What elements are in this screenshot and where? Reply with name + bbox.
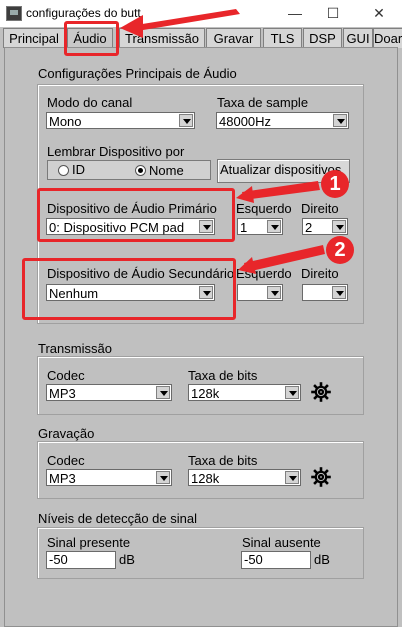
- arrow-head-secondary: [238, 257, 256, 274]
- annotation-badge-1: 1: [321, 170, 349, 198]
- arrow-head-audio-tab: [120, 15, 143, 38]
- arrow-head-primary: [236, 186, 254, 203]
- arrow-to-secondary: [244, 245, 325, 272]
- arrow-to-primary: [242, 181, 320, 200]
- arrow-to-audio-tab: [136, 9, 240, 31]
- annotation-badge-2: 2: [326, 236, 354, 264]
- annotation-arrows: [120, 9, 325, 274]
